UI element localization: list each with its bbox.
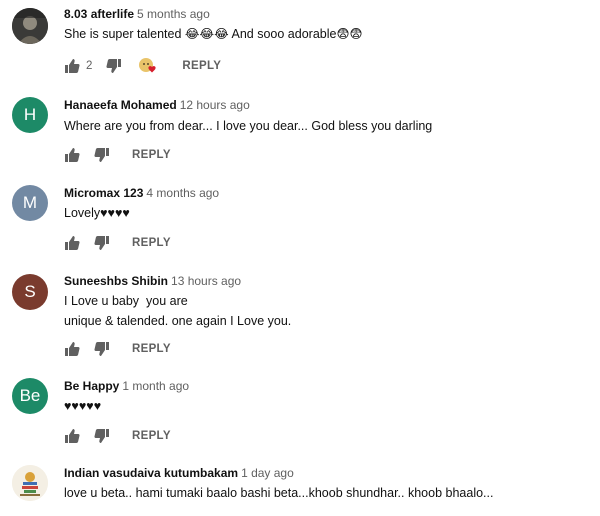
comment-time[interactable]: 4 months ago [146,186,219,200]
avatar[interactable] [12,465,48,501]
thumbs-down-icon[interactable] [94,235,110,251]
comment-text-line: She is super talented 😂😂😂 And sooo adora… [64,27,363,41]
reply-button[interactable]: REPLY [132,237,171,249]
avatar[interactable]: Be [12,378,48,414]
thumbs-down-icon[interactable] [106,58,122,74]
comment-actions: REPLY [64,428,171,444]
avatar[interactable]: M [12,185,48,221]
comment-header: Be Happy 1 month ago [64,379,189,393]
author-name[interactable]: Be Happy [64,379,119,393]
comment-text: Lovely♥♥♥♥ [64,203,130,223]
comment-time[interactable]: 1 day ago [241,466,294,480]
comment-text-line: Where are you from dear... I love you de… [64,119,433,133]
comment-text-line: I Love u baby you are [64,294,188,308]
thumbs-up-icon[interactable] [64,235,80,251]
thumbs-up-icon[interactable] [64,58,80,74]
thumbs-up-icon[interactable] [64,341,80,357]
avatar[interactable] [12,8,48,44]
comment-text: ♥♥♥♥♥ [64,396,101,416]
comment-text: She is super talented 😂😂😂 And sooo adora… [64,24,363,44]
thumbs-up-icon[interactable] [64,147,80,163]
author-name[interactable]: Micromax 123 [64,186,143,200]
thumbs-up-icon[interactable] [64,428,80,444]
author-name[interactable]: 8.03 afterlife [64,7,134,21]
comment-actions: REPLY [64,341,171,357]
comment-header: 8.03 afterlife 5 months ago [64,7,210,21]
comment-text-line: Lovely♥♥♥♥ [64,206,130,220]
creator-heart-icon[interactable] [138,57,160,75]
comment-actions: 2 REPLY [64,58,221,74]
comment-text: Where are you from dear... I love you de… [64,116,432,136]
comment-text-line: love u beta.. hami tumaki baalo bashi be… [64,486,494,500]
comment-text: I Love u baby you are unique & talended.… [64,291,291,331]
avatar[interactable]: S [12,274,48,310]
author-name[interactable]: Hanaeefa Mohamed [64,98,177,112]
thumbs-down-icon[interactable] [94,341,110,357]
thumbs-down-icon[interactable] [94,147,110,163]
author-name[interactable]: Suneeshbs Shibin [64,274,168,288]
comment-actions: REPLY [64,235,171,251]
reply-button[interactable]: REPLY [182,60,221,72]
comment-header: Suneeshbs Shibin 13 hours ago [64,274,241,288]
comment-time[interactable]: 5 months ago [137,7,210,21]
avatar[interactable]: H [12,97,48,133]
reply-button[interactable]: REPLY [132,430,171,442]
comment-text-line: unique & talended. one again I Love you. [64,314,292,328]
thumbs-down-icon[interactable] [94,428,110,444]
author-name[interactable]: Indian vasudaiva kutumbakam [64,466,238,480]
comment-actions: REPLY [64,147,171,163]
comment-time[interactable]: 12 hours ago [180,98,250,112]
comment-time[interactable]: 1 month ago [122,379,189,393]
comment-header: Micromax 123 4 months ago [64,186,219,200]
reply-button[interactable]: REPLY [132,343,171,355]
comment-header: Indian vasudaiva kutumbakam 1 day ago [64,466,294,480]
comment-time[interactable]: 13 hours ago [171,274,241,288]
comment-header: Hanaeefa Mohamed 12 hours ago [64,98,250,112]
comment-text: love u beta.. hami tumaki baalo bashi be… [64,483,493,503]
reply-button[interactable]: REPLY [132,149,171,161]
comment-text-line: ♥♥♥♥♥ [64,399,102,413]
like-count: 2 [86,60,93,72]
